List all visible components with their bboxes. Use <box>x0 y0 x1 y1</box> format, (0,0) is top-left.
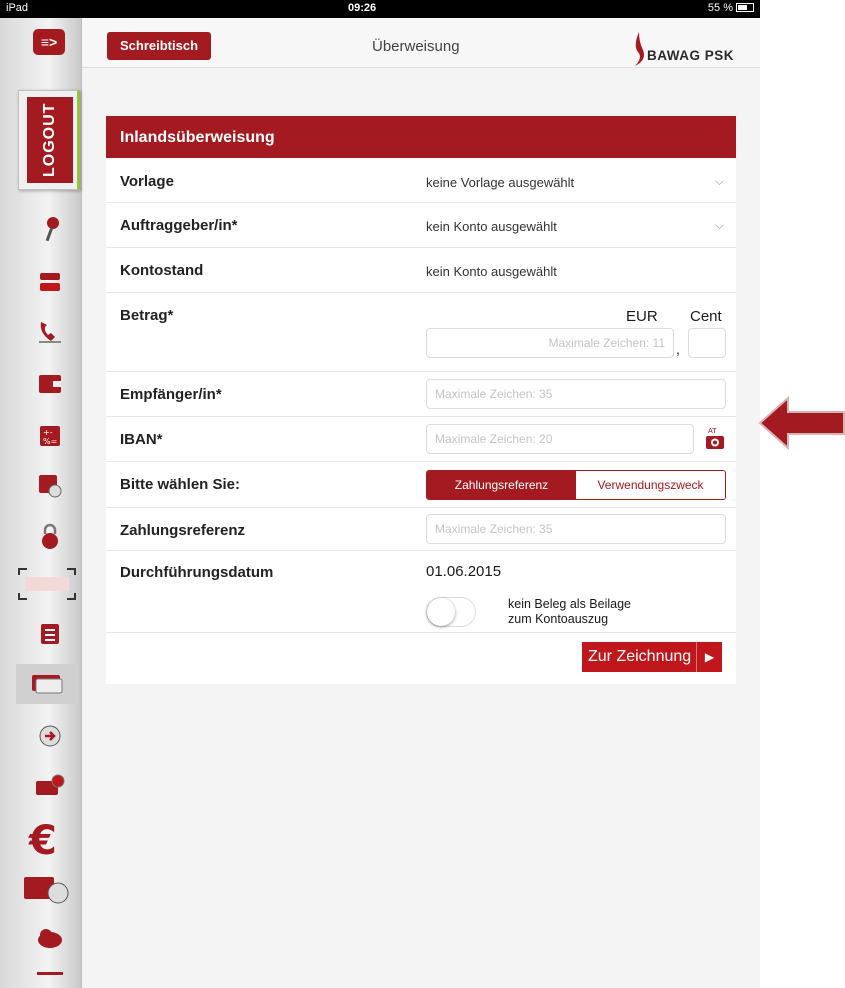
svg-text:+-: +- <box>43 428 53 437</box>
recipient-input[interactable]: Maximale Zeichen: 35 <box>426 379 726 409</box>
amount-label: Betrag* <box>120 307 174 324</box>
battery-indicator: 55 % <box>708 2 754 14</box>
svg-text:%=: %= <box>43 437 57 446</box>
battery-percent: 55 % <box>707 2 733 14</box>
choice-row: Bitte wählen Sie: Zahlungsreferenz Verwe… <box>106 462 736 508</box>
balance-label: Kontostand <box>120 262 204 279</box>
template-row[interactable]: Vorlage keine Vorlage ausgewählt ⌵ <box>106 158 736 203</box>
template-label: Vorlage <box>120 173 174 190</box>
amount-row: Betrag* EUR Cent Maximale Zeichen: 11 , <box>106 293 736 372</box>
lock-icon[interactable] <box>30 520 70 552</box>
bawag-logo: BAWAG PSK <box>627 32 757 66</box>
tab-verwendungszweck[interactable]: Verwendungszweck <box>576 471 725 499</box>
amount-eur-input[interactable]: Maximale Zeichen: 11 <box>426 328 674 358</box>
tab-zahlungsreferenz[interactable]: Zahlungsreferenz <box>427 471 576 499</box>
submit-label: Zur Zeichnung <box>588 648 692 665</box>
card-clock-icon[interactable] <box>16 870 78 910</box>
toggle-text-line1: kein Beleg als Beilage <box>508 597 631 611</box>
card-globe-icon[interactable] <box>30 770 70 802</box>
battery-icon <box>736 3 754 12</box>
cloud-icon[interactable] <box>30 922 70 954</box>
toggle-text-line2: zum Kontoauszug <box>508 612 609 626</box>
toggle-knob <box>427 598 455 626</box>
amount-cent-input[interactable] <box>688 328 726 358</box>
balance-value: kein Konto ausgewählt <box>426 264 557 279</box>
wallet-icon[interactable] <box>30 368 70 400</box>
reference-type-toggle: Zahlungsreferenz Verwendungszweck <box>426 470 726 500</box>
page-title: Überweisung <box>372 38 460 55</box>
annotation-arrow-icon <box>758 395 845 451</box>
choice-label: Bitte wählen Sie: <box>120 476 241 493</box>
eur-label: EUR <box>626 308 658 325</box>
play-arrow-icon: ▶ <box>696 642 722 672</box>
execution-date-label: Durchführungsdatum <box>120 564 274 581</box>
payer-row[interactable]: Auftraggeber/in* kein Konto ausgewählt ⌵ <box>106 203 736 248</box>
euro-icon[interactable]: € <box>20 818 76 860</box>
menu-button[interactable]: ≡> <box>33 29 65 55</box>
logout-button[interactable]: LOGOUT <box>18 90 80 190</box>
phone-icon[interactable] <box>30 316 70 348</box>
chevron-down-icon[interactable]: ⌵ <box>715 174 724 189</box>
logo-flame-icon <box>635 32 644 66</box>
camera-scan-icon[interactable]: AT <box>704 425 726 451</box>
app-window: ≡> LOGOUT +- %= € Schreibtisch Überweisu… <box>0 18 760 988</box>
submit-button[interactable]: Zur Zeichnung ▶ <box>582 642 722 672</box>
form-header: Inlandsüberweisung <box>106 116 736 158</box>
calculator-icon[interactable]: +- %= <box>30 420 70 452</box>
globe-clock-icon[interactable] <box>30 720 70 752</box>
sidebar: ≡> LOGOUT +- %= € <box>0 18 82 988</box>
balance-row: Kontostand kein Konto ausgewählt <box>106 248 736 293</box>
iban-label: IBAN* <box>120 431 163 448</box>
iban-input[interactable]: Maximale Zeichen: 20 <box>426 424 694 454</box>
clock: 09:26 <box>348 2 377 14</box>
payment-reference-label: Zahlungsreferenz <box>120 522 246 539</box>
logo-text: BAWAG PSK <box>647 48 735 63</box>
recipient-label: Empfänger/in* <box>120 386 222 403</box>
svg-text:AT: AT <box>708 427 717 435</box>
execution-date-value[interactable]: 01.06.2015 <box>426 563 501 580</box>
receipt-toggle[interactable] <box>426 597 476 627</box>
list-icon[interactable] <box>30 618 70 650</box>
payer-label: Auftraggeber/in* <box>120 217 238 234</box>
chevron-down-icon[interactable]: ⌵ <box>715 218 724 233</box>
decimal-separator: , <box>676 341 680 357</box>
desk-button[interactable]: Schreibtisch <box>107 32 211 60</box>
more-icon[interactable] <box>30 964 70 982</box>
payment-reference-input[interactable]: Maximale Zeichen: 35 <box>426 514 726 544</box>
payer-value: kein Konto ausgewählt <box>426 219 557 234</box>
recipient-row: Empfänger/in* Maximale Zeichen: 35 <box>106 372 736 417</box>
transfer-form: Inlandsüberweisung Vorlage keine Vorlage… <box>106 116 736 684</box>
pin-icon[interactable] <box>30 214 70 246</box>
scan-icon[interactable] <box>16 568 78 600</box>
svg-text:€: € <box>28 818 57 860</box>
logout-label: LOGOUT <box>27 97 73 183</box>
cards-icon[interactable] <box>16 664 78 704</box>
payment-reference-row: Zahlungsreferenz Maximale Zeichen: 35 <box>106 508 736 551</box>
device-label: iPad <box>6 2 29 14</box>
top-bar: Schreibtisch Überweisung BAWAG PSK <box>82 18 760 68</box>
calculator-euro-icon[interactable] <box>30 470 70 502</box>
iban-row: IBAN* Maximale Zeichen: 20 AT <box>106 417 736 462</box>
document-icon[interactable] <box>30 266 70 298</box>
status-bar: iPad 09:26 55 % <box>0 0 760 18</box>
cent-label: Cent <box>690 308 722 325</box>
template-value: keine Vorlage ausgewählt <box>426 175 575 190</box>
execution-date-row: Durchführungsdatum 01.06.2015 kein Beleg… <box>106 551 736 633</box>
